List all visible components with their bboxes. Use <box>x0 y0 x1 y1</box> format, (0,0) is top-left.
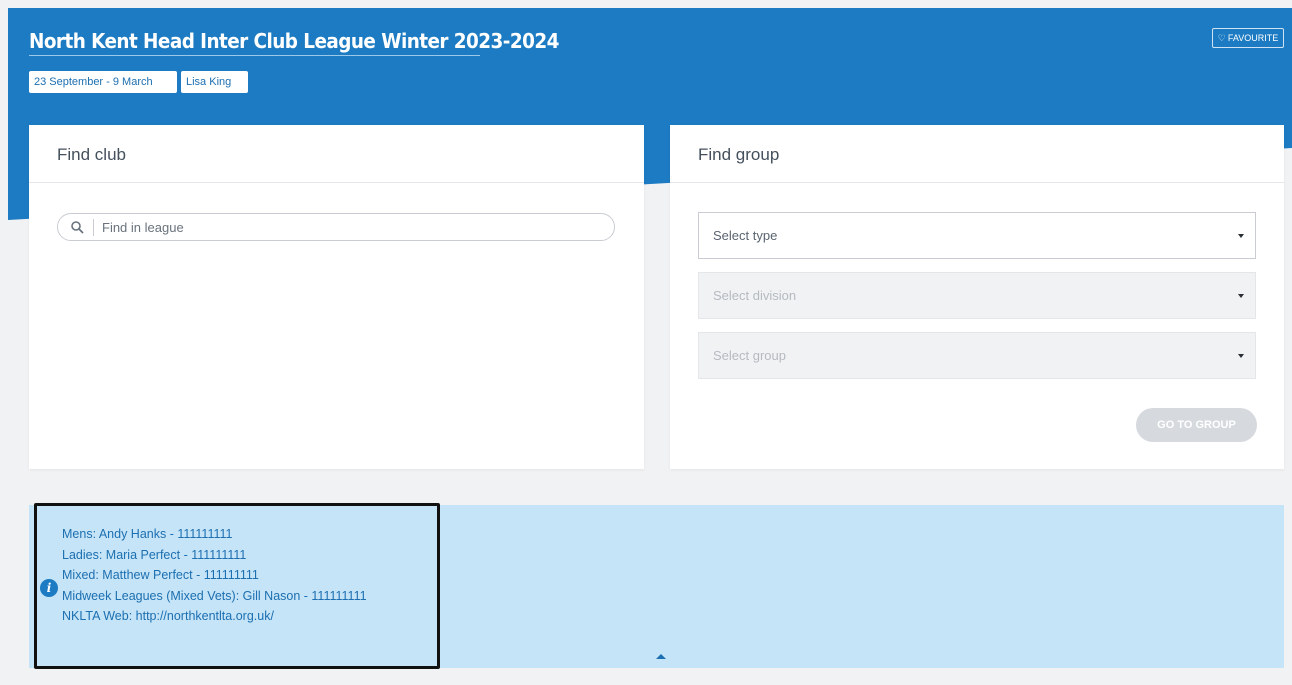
heart-icon: ♡ <box>1217 33 1226 43</box>
caret-down-icon <box>1238 234 1244 238</box>
select-type-label: Select type <box>713 228 778 243</box>
page-title[interactable]: North Kent Head Inter Club League Winter… <box>29 29 559 53</box>
search-icon <box>71 221 84 234</box>
search-divider <box>93 219 94 236</box>
select-group-dropdown[interactable]: Select group <box>698 332 1256 379</box>
select-group-label: Select group <box>713 348 786 363</box>
caret-down-icon <box>1238 354 1244 358</box>
info-icon: i <box>40 579 58 597</box>
search-input[interactable] <box>102 217 602 237</box>
favourite-label: FAVOURITE <box>1227 33 1279 43</box>
contact-list: Mens: Andy Hanks - 111111111 Ladies: Mar… <box>62 524 367 627</box>
caret-up-icon[interactable] <box>656 654 666 659</box>
select-type-dropdown[interactable]: Select type <box>698 212 1256 259</box>
go-to-group-button[interactable]: GO TO GROUP <box>1136 408 1257 442</box>
club-search-box[interactable] <box>57 213 615 241</box>
find-club-title: Find club <box>29 125 644 183</box>
contact-ladies: Ladies: Maria Perfect - 111111111 <box>62 547 247 562</box>
select-division-label: Select division <box>713 288 797 303</box>
find-group-title: Find group <box>670 125 1284 183</box>
contact-mixed: Mixed: Matthew Perfect - 111111111 <box>62 568 259 582</box>
date-range-badge: 23 September - 9 March <box>29 71 177 93</box>
find-group-card: Find group Select type Select division S… <box>670 125 1284 469</box>
caret-down-icon <box>1238 294 1244 298</box>
select-division-dropdown[interactable]: Select division <box>698 272 1256 319</box>
contact-web[interactable]: NKLTA Web: http://northkentlta.org.uk/ <box>62 606 367 627</box>
contact-mens: Mens: Andy Hanks - 111111111 <box>62 527 233 541</box>
favourite-button[interactable]: ♡ FAVOURITE <box>1212 28 1284 48</box>
title-underline <box>29 55 480 56</box>
contact-midweek: Midweek Leagues (Mixed Vets): Gill Nason… <box>62 588 367 603</box>
find-club-card: Find club <box>29 125 644 469</box>
organiser-badge[interactable]: Lisa King <box>181 71 248 93</box>
